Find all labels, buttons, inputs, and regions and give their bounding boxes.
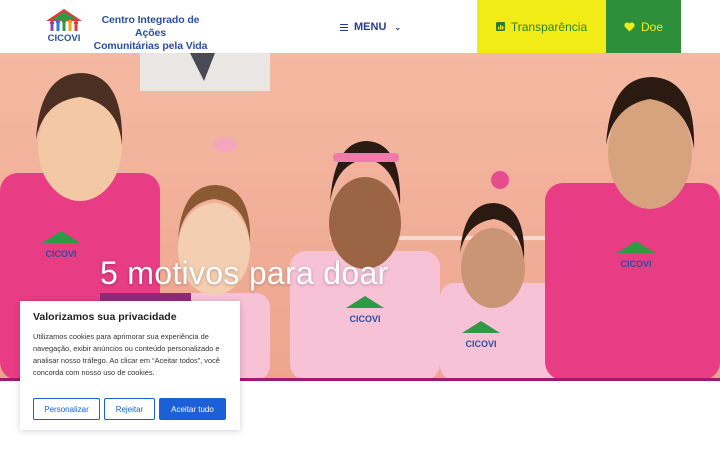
donate-button[interactable]: Doe — [606, 0, 681, 53]
shirt-logo-text: CICOVI — [620, 259, 651, 269]
heart-icon — [624, 21, 635, 31]
shirt-logo-text: CICOVI — [349, 314, 380, 324]
hero-title-underline — [100, 293, 191, 301]
chevron-down-icon: ⌄ — [394, 22, 402, 32]
menu-button[interactable]: MENU ⌄ — [340, 19, 401, 35]
customize-button[interactable]: Personalizar — [33, 398, 100, 420]
accept-all-button[interactable]: Aceitar tudo — [159, 398, 226, 420]
hero-title: 5 motivos para doar — [100, 255, 389, 291]
cookie-consent-banner: Valorizamos sua privacidade Utilizamos c… — [20, 301, 240, 430]
transparency-button[interactable]: Transparência — [477, 0, 606, 53]
cicovi-logo[interactable]: CICOVI — [40, 7, 88, 43]
cookie-actions: Personalizar Rejeitar Aceitar tudo — [33, 398, 226, 420]
hamburger-icon — [340, 23, 348, 31]
cookie-title: Valorizamos sua privacidade — [33, 311, 177, 323]
logo-wordmark: CICOVI — [48, 33, 81, 43]
brand-line-1: Centro Integrado de Ações — [101, 14, 200, 39]
shirt-logo-text: CICOVI — [465, 339, 496, 349]
donate-label: Doe — [640, 19, 663, 34]
brand-line-2: Comunitárias pela Vida — [93, 40, 208, 52]
reject-button[interactable]: Rejeitar — [104, 398, 155, 420]
shirt-logo-text: CICOVI — [45, 249, 76, 259]
cookie-description: Utilizamos cookies para aprimorar sua ex… — [33, 332, 220, 377]
brand-name[interactable]: Centro Integrado de Ações Comunitárias p… — [93, 14, 208, 53]
site-header: CICOVI Centro Integrado de Ações Comunit… — [0, 0, 720, 53]
chart-icon — [495, 22, 505, 31]
menu-label: MENU — [354, 21, 387, 33]
transparency-label: Transparência — [510, 19, 588, 34]
